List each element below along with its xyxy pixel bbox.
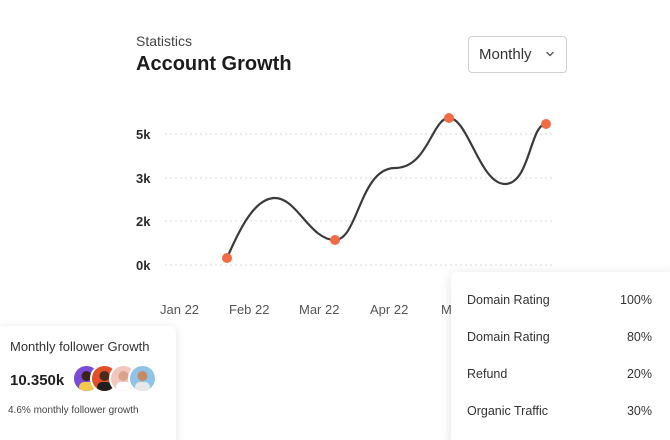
- metric-row: Organic Traffic 30%: [467, 401, 652, 421]
- metric-row: Refund 20%: [467, 364, 652, 384]
- follower-growth-card: Monthly follower Growth 10.350k 4.6% mon…: [0, 326, 176, 440]
- metric-row: Domain Rating 100%: [467, 290, 652, 310]
- metric-value: 80%: [626, 330, 652, 344]
- person-icon: [135, 371, 150, 391]
- follower-card-heading: Monthly follower Growth: [10, 339, 150, 354]
- metric-value: 30%: [626, 404, 652, 418]
- data-point-3[interactable]: [444, 113, 454, 123]
- metric-label: Domain Rating: [467, 330, 550, 344]
- x-tick-jan22: Jan 22: [160, 302, 199, 317]
- data-point-2[interactable]: [330, 235, 340, 245]
- growth-line: [225, 116, 548, 260]
- avatar[interactable]: [128, 364, 157, 393]
- y-tick-2k: 2k: [136, 214, 151, 229]
- follower-growth-subtitle: 4.6% monthly follower growth: [8, 405, 139, 416]
- y-tick-5k: 5k: [136, 127, 151, 142]
- metric-row: Domain Rating 80%: [467, 327, 652, 347]
- follower-count: 10.350k: [10, 372, 65, 389]
- metric-label: Refund: [467, 367, 508, 381]
- y-tick-0k: 0k: [136, 258, 151, 273]
- metric-value: 100%: [620, 293, 652, 307]
- x-tick-mar22: Mar 22: [299, 302, 339, 317]
- metric-value: 20%: [626, 367, 652, 381]
- grid-lines: [165, 133, 555, 266]
- data-point-1[interactable]: [222, 253, 232, 263]
- y-tick-3k: 3k: [136, 171, 151, 186]
- metric-label: Organic Traffic: [467, 404, 549, 418]
- metric-label: Domain Rating: [467, 293, 550, 307]
- x-tick-feb22: Feb 22: [229, 302, 269, 317]
- data-point-4[interactable]: [541, 119, 551, 129]
- metrics-card: Domain Rating 100% Domain Rating 80% Ref…: [451, 272, 670, 440]
- x-tick-apr22: Apr 22: [370, 302, 408, 317]
